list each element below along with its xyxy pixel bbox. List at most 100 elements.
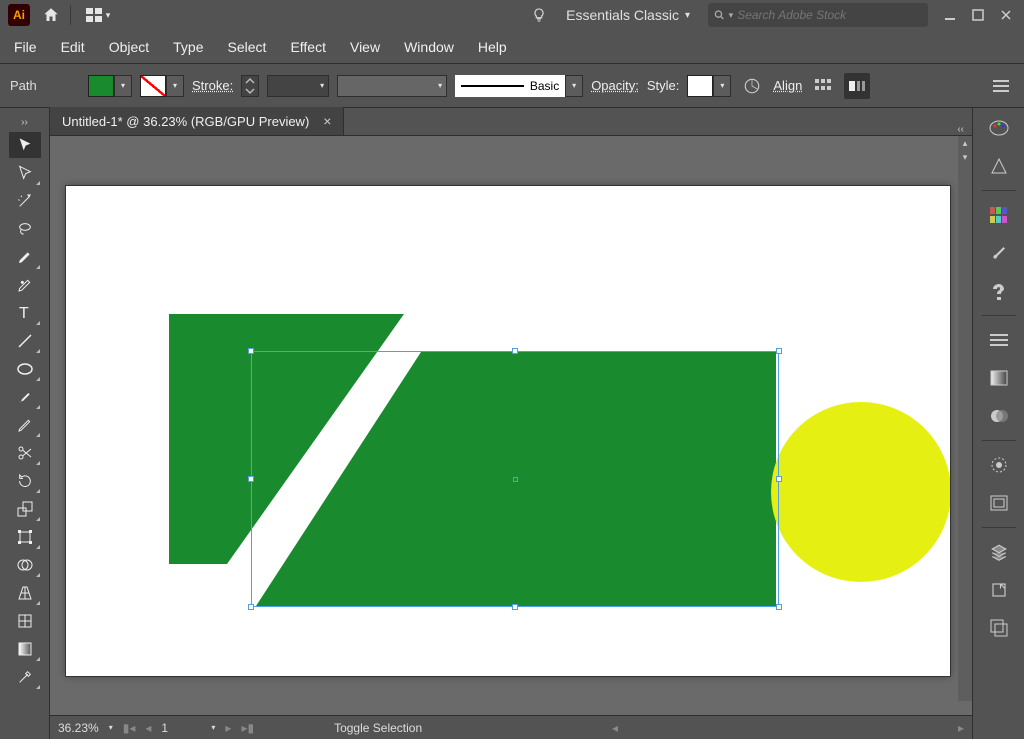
- panel-layers[interactable]: [984, 538, 1014, 566]
- tool-selection[interactable]: [9, 132, 41, 158]
- tool-rotate[interactable]: [9, 468, 41, 494]
- search-stock[interactable]: ▾: [708, 3, 928, 27]
- canvas[interactable]: ▴ ▾: [50, 136, 972, 715]
- tab-close-button[interactable]: ×: [323, 113, 331, 129]
- arrange-documents-button[interactable]: ▾: [73, 1, 123, 29]
- artboard[interactable]: [66, 186, 950, 676]
- brush-dropdown[interactable]: ▾: [565, 75, 583, 97]
- tool-pen[interactable]: [9, 244, 41, 270]
- selection-handle[interactable]: [776, 604, 782, 610]
- panel-asset-export[interactable]: [984, 576, 1014, 604]
- tool-brush[interactable]: [9, 384, 41, 410]
- scroll-down[interactable]: ▾: [958, 150, 972, 164]
- selection-handle[interactable]: [512, 348, 518, 354]
- shape-yellow-circle[interactable]: [771, 402, 950, 582]
- tool-gradient[interactable]: [9, 636, 41, 662]
- nav-first[interactable]: ▮◂: [123, 721, 136, 735]
- stroke-weight-combo[interactable]: ▾: [267, 75, 329, 97]
- tool-direct-selection[interactable]: [9, 160, 41, 186]
- panel-stroke[interactable]: [984, 326, 1014, 354]
- menu-object[interactable]: Object: [109, 39, 149, 55]
- panel-artboards[interactable]: [984, 614, 1014, 642]
- chevron-down-icon[interactable]: ▾: [109, 723, 113, 732]
- panel-color-guide[interactable]: [984, 152, 1014, 180]
- search-help-button[interactable]: [522, 1, 556, 29]
- stroke-dropdown[interactable]: ▾: [166, 75, 184, 97]
- panel-swatches[interactable]: [984, 201, 1014, 229]
- tool-shape-builder[interactable]: [9, 552, 41, 578]
- search-stock-input[interactable]: [737, 8, 922, 22]
- selection-handle[interactable]: [776, 476, 782, 482]
- control-menu-button[interactable]: [988, 73, 1014, 99]
- tools-expand[interactable]: ››: [0, 114, 49, 130]
- menu-edit[interactable]: Edit: [61, 39, 85, 55]
- hscroll-left[interactable]: ◂: [612, 721, 618, 735]
- variable-width-combo[interactable]: ▾: [337, 75, 447, 97]
- tool-line[interactable]: [9, 328, 41, 354]
- nav-prev[interactable]: ◂: [145, 721, 151, 735]
- selection-handle[interactable]: [512, 604, 518, 610]
- artboard-number[interactable]: 1: [161, 721, 201, 735]
- tool-scale[interactable]: [9, 496, 41, 522]
- selection-handle[interactable]: [248, 476, 254, 482]
- menu-help[interactable]: Help: [478, 39, 507, 55]
- brush-definition[interactable]: Basic: [455, 75, 565, 97]
- isolation-button[interactable]: [844, 73, 870, 99]
- window-close[interactable]: [992, 4, 1020, 26]
- fill-dropdown[interactable]: ▾: [114, 75, 132, 97]
- window-minimize[interactable]: [936, 4, 964, 26]
- tool-eraser[interactable]: [9, 440, 41, 466]
- panel-symbols[interactable]: [984, 277, 1014, 305]
- selection-handle[interactable]: [776, 348, 782, 354]
- style-swatch[interactable]: [687, 75, 713, 97]
- align-panel-button[interactable]: [810, 73, 836, 99]
- fill-swatch[interactable]: [88, 75, 114, 97]
- menu-file[interactable]: File: [14, 39, 37, 55]
- tool-curvature[interactable]: [9, 272, 41, 298]
- menu-select[interactable]: Select: [228, 39, 267, 55]
- menu-effect[interactable]: Effect: [290, 39, 326, 55]
- tool-pencil[interactable]: [9, 412, 41, 438]
- tool-eyedropper[interactable]: [9, 664, 41, 690]
- stroke-weight-stepper[interactable]: [241, 75, 259, 97]
- stroke-swatch[interactable]: [140, 75, 166, 97]
- isolate-icon: [847, 78, 867, 94]
- selection-handle[interactable]: [248, 348, 254, 354]
- window-maximize[interactable]: [964, 4, 992, 26]
- zoom-level[interactable]: 36.23%: [58, 721, 99, 735]
- home-button[interactable]: [34, 1, 68, 29]
- hscroll-right[interactable]: ▸: [958, 721, 964, 735]
- document-tab[interactable]: Untitled-1* @ 36.23% (RGB/GPU Preview) ×: [50, 107, 344, 135]
- style-dropdown[interactable]: ▾: [713, 75, 731, 97]
- chevron-down-icon[interactable]: ▾: [211, 723, 215, 732]
- tool-magic-wand[interactable]: [9, 188, 41, 214]
- panel-brushes[interactable]: [984, 239, 1014, 267]
- right-panel-collapse[interactable]: ‹‹: [949, 124, 972, 135]
- selection-handle[interactable]: [248, 604, 254, 610]
- menu-window[interactable]: Window: [404, 39, 454, 55]
- panel-graphic-styles[interactable]: [984, 489, 1014, 517]
- tool-free-transform[interactable]: [9, 524, 41, 550]
- selection-type-label: Path: [10, 78, 80, 93]
- nav-next[interactable]: ▸: [225, 721, 231, 735]
- panel-transparency[interactable]: [984, 402, 1014, 430]
- opacity-label[interactable]: Opacity:: [591, 78, 639, 93]
- tool-lasso[interactable]: [9, 216, 41, 242]
- menu-type[interactable]: Type: [173, 39, 203, 55]
- tool-type[interactable]: T: [9, 300, 41, 326]
- workspace-switcher[interactable]: Essentials Classic ▾: [556, 2, 700, 28]
- tool-perspective[interactable]: [9, 580, 41, 606]
- nav-last[interactable]: ▸▮: [241, 721, 254, 735]
- panel-color[interactable]: [984, 114, 1014, 142]
- selection-center[interactable]: [513, 477, 518, 482]
- tool-mesh[interactable]: [9, 608, 41, 634]
- menu-view[interactable]: View: [350, 39, 380, 55]
- stroke-label[interactable]: Stroke:: [192, 78, 233, 93]
- vertical-scrollbar[interactable]: ▴ ▾: [958, 136, 972, 701]
- panel-gradient[interactable]: [984, 364, 1014, 392]
- panel-appearance[interactable]: [984, 451, 1014, 479]
- recolor-artwork-button[interactable]: [739, 73, 765, 99]
- scroll-up[interactable]: ▴: [958, 136, 972, 150]
- tool-ellipse[interactable]: [9, 356, 41, 382]
- align-label[interactable]: Align: [773, 78, 802, 93]
